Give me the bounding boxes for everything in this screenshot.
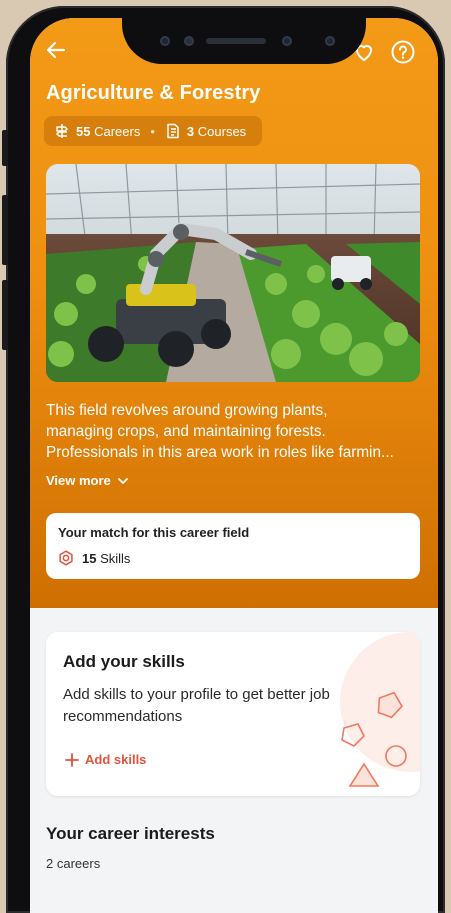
back-button[interactable] xyxy=(44,38,70,64)
field-photo xyxy=(46,164,420,382)
stats-separator: • xyxy=(150,123,155,139)
careers-count: 55 xyxy=(76,123,91,139)
skills-label: Skills xyxy=(100,550,131,566)
view-more-label: View more xyxy=(46,473,111,488)
add-skills-body: Add skills to your profile to get better… xyxy=(63,686,330,725)
field-description: This field revolves around growing plant… xyxy=(46,400,424,463)
stats-pill: 55 Careers • 3 Courses xyxy=(44,116,262,146)
course-document-icon xyxy=(167,123,179,139)
description-line-2: managing crops, and maintaining forests. xyxy=(46,423,326,440)
career-interests-title: Your career interests xyxy=(46,824,215,843)
match-card-title: Your match for this career field xyxy=(58,525,250,540)
chevron-down-icon xyxy=(117,477,128,484)
page-title: Agriculture & Forestry xyxy=(46,82,261,104)
phone-side-button xyxy=(2,280,8,350)
careers-label: Careers xyxy=(94,123,141,139)
skills-badge-icon xyxy=(59,550,73,566)
decorative-shapes xyxy=(341,691,407,787)
add-skills-title: Add your skills xyxy=(63,652,185,671)
add-skills-label: Add skills xyxy=(85,752,147,767)
signpost-icon xyxy=(56,124,68,138)
phone-side-button xyxy=(2,195,8,265)
app-screen: Agriculture & Forestry 55 Careers • 3 Co… xyxy=(30,18,438,913)
add-skills-card: Add your skills Add skills to your profi… xyxy=(46,632,420,796)
courses-label: Courses xyxy=(197,123,247,139)
career-interests-count: 2 careers xyxy=(46,856,101,871)
courses-count: 3 xyxy=(186,123,195,139)
back-arrow-icon xyxy=(46,41,66,59)
help-button[interactable] xyxy=(390,39,416,65)
skills-count: 15 xyxy=(82,550,97,566)
camera-notch xyxy=(122,18,366,64)
plus-icon xyxy=(65,752,79,767)
help-circle-icon xyxy=(391,40,415,64)
description-line-3: Professionals in this area work in roles… xyxy=(46,444,394,461)
hero-section: Agriculture & Forestry 55 Careers • 3 Co… xyxy=(30,18,438,608)
phone-side-button xyxy=(2,130,8,166)
description-line-1: This field revolves around growing plant… xyxy=(46,402,328,419)
match-card[interactable]: Your match for this career field 15 Skil… xyxy=(46,513,420,579)
add-skills-button[interactable]: Add skills xyxy=(65,752,146,767)
view-more-button[interactable]: View more xyxy=(46,473,129,488)
